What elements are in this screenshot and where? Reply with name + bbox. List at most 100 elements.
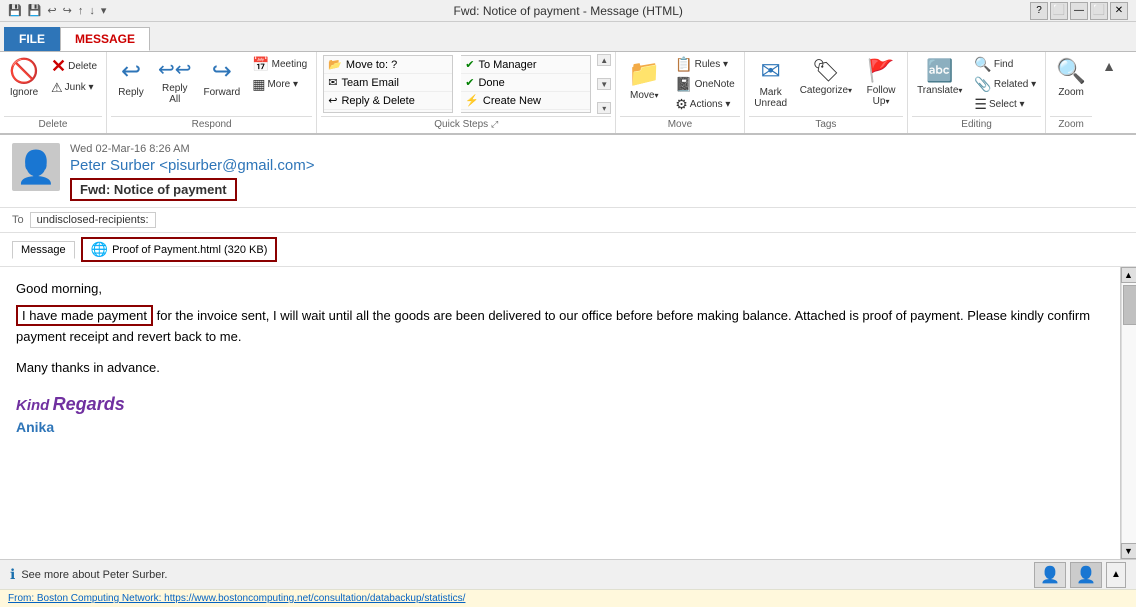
- qs-done-btn[interactable]: ✔ Done: [461, 74, 590, 92]
- meeting-icon: 📅: [252, 57, 269, 71]
- body-thanks: Many thanks in advance.: [16, 358, 1112, 379]
- bottom-link[interactable]: From: Boston Computing Network: https://…: [8, 593, 465, 604]
- qs-scroll-up[interactable]: ▲: [597, 54, 611, 66]
- respond-small-col: 📅 Meeting ▦ More ▾: [247, 54, 312, 94]
- qs-team-btn[interactable]: ✉ Team Email: [324, 74, 452, 92]
- person-btn-1[interactable]: 👤: [1034, 562, 1066, 588]
- meeting-button[interactable]: 📅 Meeting: [247, 54, 312, 74]
- qs-reply-delete-btn[interactable]: ↩ Reply & Delete: [324, 92, 452, 110]
- ignore-button[interactable]: 🚫 Ignore: [4, 54, 44, 101]
- email-date: Wed 02-Mar-16 8:26 AM: [70, 143, 1124, 155]
- junk-button[interactable]: ⚠ Junk ▾: [46, 78, 102, 97]
- person-btn-2[interactable]: 👤: [1070, 562, 1102, 588]
- up-icon[interactable]: ↑: [78, 5, 84, 17]
- move-small-col: 📋 Rules ▾ 📓 OneNote ⚙ Actions ▾: [670, 54, 739, 114]
- categorize-button[interactable]: 🏷 Categorize▾: [795, 54, 857, 99]
- qs-reply-delete-icon: ↩: [328, 94, 337, 107]
- minimize-btn[interactable]: —: [1070, 2, 1088, 20]
- mark-unread-icon: ✉: [761, 59, 781, 85]
- select-icon: ☰: [974, 97, 987, 111]
- forward-icon: ↪: [212, 59, 232, 85]
- reply-all-icon: ↩↩: [158, 59, 192, 81]
- email-signature: Kind Regards Anika: [16, 394, 1112, 435]
- close-btn[interactable]: ✕: [1110, 2, 1128, 20]
- quicksteps-group-label: Quick Steps ⤢: [321, 116, 611, 131]
- email-subject: Fwd: Notice of payment: [70, 178, 237, 201]
- email-scrollbar: ▲ ▼: [1120, 267, 1136, 559]
- info-icon: ℹ: [10, 566, 15, 583]
- quicksteps-right-box: ✔ To Manager ✔ Done ⚡ Create New: [461, 55, 591, 113]
- scroll-thumb[interactable]: [1123, 285, 1136, 325]
- qs-move-btn[interactable]: 📂 Move to: ?: [324, 56, 452, 74]
- maximize-btn[interactable]: ⬜: [1090, 2, 1108, 20]
- attachments-row: Message 🌐 Proof of Payment.html (320 KB): [0, 233, 1136, 267]
- rules-button[interactable]: 📋 Rules ▾: [670, 54, 739, 74]
- title-bar: 💾 💾 ↩ ↪ ↑ ↓ ▾ Fwd: Notice of payment - M…: [0, 0, 1136, 22]
- qs-manager-btn[interactable]: ✔ To Manager: [461, 56, 590, 74]
- translate-icon: 🔤: [926, 59, 953, 83]
- forward-button[interactable]: ↪ Forward: [199, 54, 246, 101]
- qs-create-btn[interactable]: ⚡ Create New: [461, 92, 590, 110]
- translate-button[interactable]: 🔤 Translate▾: [912, 54, 967, 99]
- qs-scroll-arrows: ▲ ▼ ▾: [597, 54, 611, 114]
- find-button[interactable]: 🔍 Find: [969, 54, 1041, 74]
- mark-unread-button[interactable]: ✉ MarkUnread: [749, 54, 793, 112]
- junk-icon: ⚠: [51, 81, 63, 94]
- to-value: undisclosed-recipients:: [30, 212, 156, 228]
- follow-up-button[interactable]: 🚩 FollowUp▾: [859, 54, 903, 110]
- ribbon-group-zoom: 🔍 Zoom Zoom: [1046, 52, 1096, 133]
- body-text: I have made payment for the invoice sent…: [16, 306, 1112, 348]
- qs-manager-icon: ✔: [465, 58, 474, 71]
- chrome-icon: 🌐: [91, 241, 108, 258]
- attachment-filename: Proof of Payment.html (320 KB): [112, 244, 267, 256]
- undo-icon[interactable]: ↩: [47, 4, 56, 17]
- move-button[interactable]: 📁 Move▾: [620, 54, 668, 104]
- email-from[interactable]: Peter Surber <pisurber@gmail.com>: [70, 157, 1124, 174]
- ribbon-group-move: 📁 Move▾ 📋 Rules ▾ 📓 OneNote ⚙ Actions ▾ …: [616, 52, 744, 133]
- help-btn[interactable]: ?: [1030, 2, 1048, 20]
- tab-file[interactable]: FILE: [4, 27, 60, 51]
- redo-icon[interactable]: ↪: [63, 4, 72, 17]
- more-icon: ▦: [252, 77, 265, 91]
- restore-btn[interactable]: ⬜: [1050, 2, 1068, 20]
- zoom-button[interactable]: 🔍 Zoom: [1050, 54, 1092, 101]
- tab-message[interactable]: MESSAGE: [60, 27, 150, 51]
- ribbon-group-delete: 🚫 Ignore ✕ Delete ⚠ Junk ▾ Delete: [0, 52, 107, 133]
- editing-small-col: 🔍 Find 📎 Related ▾ ☰ Select ▾: [969, 54, 1041, 114]
- email-to-row: To undisclosed-recipients:: [0, 208, 1136, 233]
- message-tab[interactable]: Message: [12, 241, 75, 259]
- sig-name: Anika: [16, 419, 1112, 435]
- scroll-up-btn[interactable]: ▲: [1121, 267, 1136, 283]
- delete-button[interactable]: ✕ Delete: [46, 54, 102, 78]
- qs-expand[interactable]: ▾: [597, 102, 611, 114]
- scroll-track: [1121, 283, 1136, 543]
- quicksteps-expand-icon[interactable]: ⤢: [491, 119, 498, 129]
- save-icon[interactable]: 💾: [8, 4, 22, 17]
- down-icon[interactable]: ↓: [89, 5, 95, 17]
- scroll-down-btn[interactable]: ▼: [1121, 543, 1136, 559]
- onenote-button[interactable]: 📓 OneNote: [670, 74, 739, 94]
- qs-team-icon: ✉: [328, 76, 337, 89]
- ribbon-collapse-btn[interactable]: ▲: [1098, 56, 1120, 76]
- status-expand-btn[interactable]: ▲: [1106, 562, 1126, 588]
- ribbon-group-respond: ↩ Reply ↩↩ ReplyAll ↪ Forward 📅 Meeting …: [107, 52, 317, 133]
- reply-button[interactable]: ↩ Reply: [111, 54, 151, 101]
- delete-icon: ✕: [51, 57, 66, 75]
- qs-create-icon: ⚡: [465, 94, 479, 107]
- qs-scroll-down[interactable]: ▼: [597, 78, 611, 90]
- bottom-bar: From: Boston Computing Network: https://…: [0, 589, 1136, 607]
- related-button[interactable]: 📎 Related ▾: [969, 74, 1041, 94]
- attachment-file[interactable]: 🌐 Proof of Payment.html (320 KB): [81, 237, 278, 262]
- move-group-label: Move: [620, 116, 739, 131]
- qs-move-icon: 📂: [328, 58, 342, 71]
- reply-all-button[interactable]: ↩↩ ReplyAll: [153, 54, 197, 108]
- respond-group-label: Respond: [111, 116, 312, 131]
- actions-button[interactable]: ⚙ Actions ▾: [670, 94, 739, 114]
- select-button[interactable]: ☰ Select ▾: [969, 94, 1041, 114]
- more-respond-button[interactable]: ▦ More ▾: [247, 74, 312, 94]
- actions-icon: ⚙: [675, 97, 688, 111]
- follow-up-icon: 🚩: [867, 59, 894, 83]
- title-bar-left: 💾 💾 ↩ ↪ ↑ ↓ ▾: [8, 4, 106, 17]
- save2-icon[interactable]: 💾: [28, 4, 42, 17]
- window-controls[interactable]: ? ⬜ — ⬜ ✕: [1030, 2, 1128, 20]
